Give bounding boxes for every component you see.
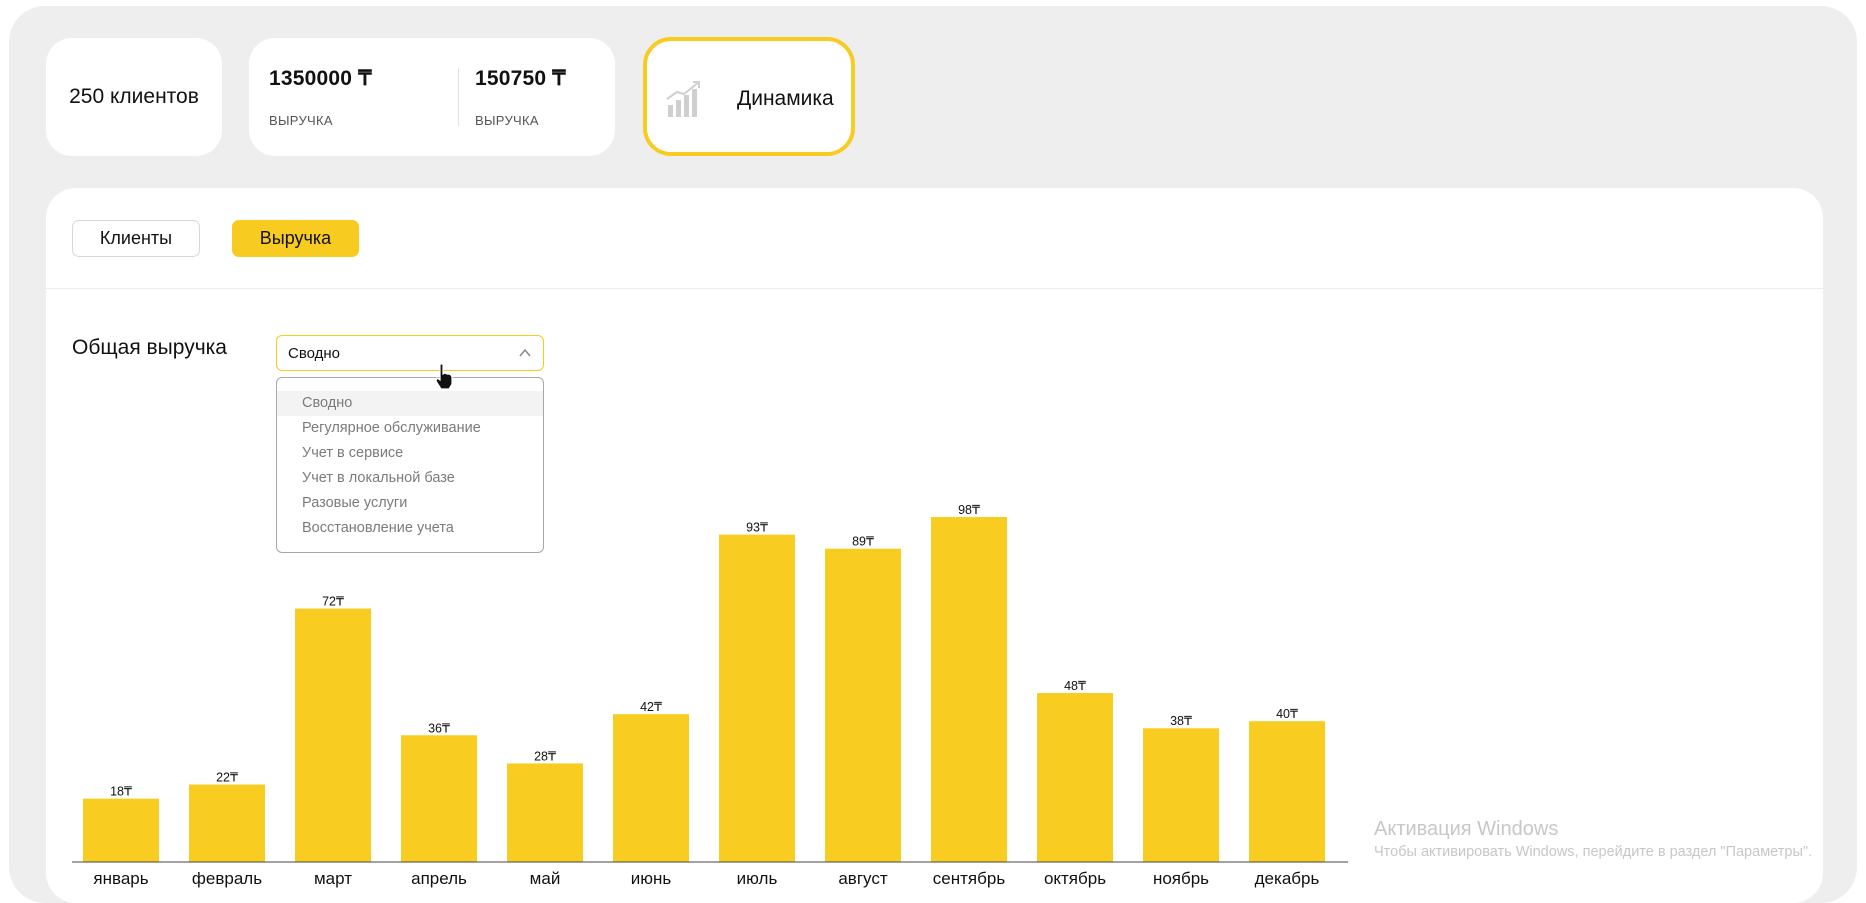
dynamics-label: Динамика: [737, 87, 834, 110]
bar-value-label: 22₸: [216, 771, 239, 785]
section-title: Общая выручка: [72, 336, 227, 359]
revenue-amount-1: 1350000 ₸: [269, 67, 372, 90]
tab-revenue[interactable]: Выручка: [232, 220, 359, 257]
revenue-summary-card: 1350000 ₸ ВЫРУЧКА 150750 ₸ ВЫРУЧКА: [249, 38, 615, 156]
bar-value-label: 42₸: [640, 700, 663, 714]
x-tick-label: ноябрь: [1153, 869, 1209, 888]
tab-clients[interactable]: Клиенты: [72, 220, 200, 257]
dropdown-option[interactable]: Восстановление учета: [277, 516, 543, 541]
bar-сентябрь[interactable]: [931, 517, 1007, 862]
bar-октябрь[interactable]: [1037, 693, 1113, 862]
bar-value-label: 18₸: [110, 785, 133, 799]
x-tick-label: январь: [93, 869, 148, 888]
bar-январь[interactable]: [83, 798, 159, 862]
revenue-block-1: 1350000 ₸ ВЫРУЧКА: [269, 66, 372, 128]
dropdown-option[interactable]: Разовые услуги: [277, 491, 543, 516]
x-tick-label: май: [530, 869, 561, 888]
x-tick-label: декабрь: [1255, 869, 1320, 888]
bar-август[interactable]: [825, 548, 901, 862]
chevron-up-icon: [519, 348, 531, 357]
revenue-divider: [458, 68, 459, 126]
bar-апрель[interactable]: [401, 735, 477, 862]
bar-chart-growth-icon: [666, 81, 700, 117]
dynamics-card[interactable]: Динамика: [643, 37, 855, 156]
clients-count: 250 клиентов: [69, 85, 199, 108]
dropdown-option[interactable]: Регулярное обслуживание: [277, 416, 543, 441]
x-tick-label: октябрь: [1044, 869, 1106, 888]
x-tick-label: июль: [737, 869, 778, 888]
x-tick-label: апрель: [411, 869, 467, 888]
tabs-divider: [46, 288, 1823, 289]
bar-value-label: 89₸: [852, 535, 875, 549]
x-tick-label: июнь: [631, 869, 672, 888]
revenue-label-2: ВЫРУЧКА: [475, 113, 539, 128]
x-tick-label: февраль: [192, 869, 262, 888]
bar-value-label: 93₸: [746, 521, 769, 535]
revenue-label-1: ВЫРУЧКА: [269, 113, 333, 128]
bar-февраль[interactable]: [189, 784, 265, 862]
dropdown-option[interactable]: Учет в локальной базе: [277, 466, 543, 491]
bar-value-label: 28₸: [534, 749, 557, 763]
service-type-select[interactable]: Сводно: [276, 335, 544, 371]
bar-декабрь[interactable]: [1249, 721, 1325, 862]
bar-value-label: 72₸: [322, 595, 345, 609]
dropdown-option[interactable]: Учет в сервисе: [277, 441, 543, 466]
bar-value-label: 36₸: [428, 721, 451, 735]
x-tick-label: август: [838, 869, 887, 888]
bar-value-label: 48₸: [1064, 679, 1087, 693]
dropdown-option[interactable]: Сводно: [277, 391, 543, 416]
x-tick-label: март: [314, 869, 352, 888]
revenue-main-card: Клиенты Выручка Общая выручка Сводно Сво…: [46, 188, 1823, 903]
revenue-block-2: 150750 ₸ ВЫРУЧКА: [475, 66, 566, 128]
bar-июль[interactable]: [719, 534, 795, 862]
bar-ноябрь[interactable]: [1143, 728, 1219, 862]
bar-июнь[interactable]: [613, 714, 689, 862]
clients-summary-card: 250 клиентов: [46, 38, 222, 156]
bar-март[interactable]: [295, 608, 371, 862]
bar-май[interactable]: [507, 763, 583, 862]
x-tick-label: сентябрь: [933, 869, 1006, 888]
bar-value-label: 98₸: [958, 503, 981, 517]
select-value: Сводно: [288, 344, 341, 362]
service-type-dropdown: Сводно Регулярное обслуживание Учет в се…: [276, 377, 544, 553]
revenue-amount-2: 150750 ₸: [475, 67, 566, 90]
hand-cursor-icon: [435, 363, 453, 390]
bar-value-label: 40₸: [1276, 707, 1299, 721]
bar-value-label: 38₸: [1170, 714, 1193, 728]
